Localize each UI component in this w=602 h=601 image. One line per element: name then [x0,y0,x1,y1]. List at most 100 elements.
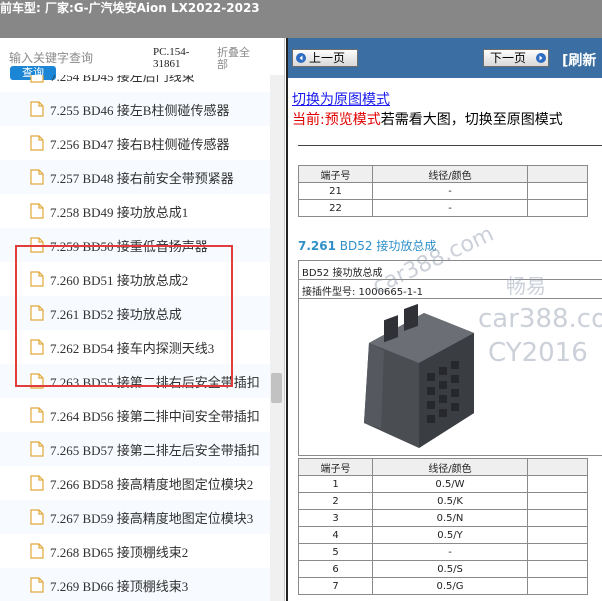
document-icon [30,203,44,219]
cell-wire: - [372,182,528,200]
nav-bar: 上一页 下一页 [刷新 [288,38,602,78]
divider [298,145,602,146]
cell-extra [527,199,588,217]
table-row: 22 - [298,199,588,217]
status-suffix: 若需看大图，切换至原图模式 [380,112,563,128]
cell-pin: 22 [298,199,373,217]
cell-wire: 0.5/Y [372,526,528,544]
table-row: 3 0.5/N [298,509,588,527]
tree-list: 7.254 BD45 接左后门线束 7.255 BD46 接左B柱侧碰传感器 7… [0,75,270,601]
sidebar: 查询 PC.154-31861 折叠全部 7.254 BD45 接左后门线束 7… [0,38,285,601]
tree-item[interactable]: 7.254 BD45 接左后门线束 [0,75,270,92]
document-icon [30,373,44,389]
document-icon [30,135,44,151]
prev-page-button[interactable]: 上一页 [292,49,358,67]
switch-original-mode-link[interactable]: 切换为原图模式 [292,89,390,109]
search-input[interactable] [9,50,149,66]
cell-pin: 21 [298,182,373,200]
cell-extra [527,543,588,561]
tree-item[interactable]: 7.267 BD59 接高精度地图定位模块3 [0,500,270,534]
tree-item[interactable]: 7.257 BD48 接右前安全带预紧器 [0,160,270,194]
header-wire: 线径/颜色 [372,458,528,476]
header-wire: 线径/颜色 [372,165,528,183]
status-prefix: 当前: [292,112,325,128]
cell-pin: 6 [298,560,373,578]
document-icon [30,169,44,185]
cell-wire: 0.5/K [372,492,528,510]
document-icon [30,339,44,355]
cell-wire: 0.5/W [372,475,528,493]
top-bar: 前车型: 厂家:G-广汽埃安Aion LX2022-2023 [0,0,602,38]
connector-name: BD52 接功放总成 [302,268,383,279]
tree-item[interactable]: 7.263 BD55 接第二排右后安全带插扣 [0,364,270,398]
divider [299,279,602,280]
cell-pin: 2 [298,492,373,510]
cell-pin: 5 [298,543,373,561]
tree-item[interactable]: 7.256 BD47 接右B柱侧碰传感器 [0,126,270,160]
connector-info: BD52 接功放总成 接插件型号: 1000665-1-1 [298,260,602,456]
document-icon [30,271,44,287]
cell-pin: 1 [298,475,373,493]
next-page-label: 下一页 [490,51,527,65]
document-icon [30,509,44,525]
cell-extra [527,577,588,595]
next-page-button[interactable]: 下一页 [483,49,549,67]
tree-item[interactable]: 7.262 BD54 接车内探测天线3 [0,330,270,364]
pin-table-bottom: 端子号 线径/颜色 1 0.5/W 2 0.5/K 3 0.5/N 4 0.5/Y 5-… [298,458,588,595]
tree-item[interactable]: 7.258 BD49 接功放总成1 [0,194,270,228]
header-extra [527,165,588,183]
table-header-row: 端子号 线径/颜色 [298,458,588,476]
cell-extra [527,492,588,510]
cell-wire: 0.5/S [372,560,528,578]
table-row: 6 0.5/S [298,560,588,578]
tree-item-label: 7.260 BD51 接功放总成2 [50,273,189,288]
prev-page-label: 上一页 [309,51,346,65]
scrollbar-track[interactable] [270,75,284,601]
tree-item[interactable]: 7.266 BD58 接高精度地图定位模块2 [0,466,270,500]
tree-item-label: 7.259 BD50 接重低音扬声器 [50,239,208,254]
cell-extra [527,475,588,493]
tree-item-selected[interactable]: 7.261 BD52 接功放总成 [0,296,270,330]
tree-item-label: 7.265 BD57 接第二排左后安全带插扣 [50,443,260,458]
cell-wire: 0.5/G [372,577,528,595]
tree-item[interactable]: 7.259 BD50 接重低音扬声器 [0,228,270,262]
document-icon [30,475,44,491]
cell-pin: 3 [298,509,373,527]
section-number: 7.261 [298,239,336,253]
cell-extra [527,560,588,578]
arrow-left-icon [296,53,306,63]
table-row: 21 - [298,182,588,200]
pc-label: PC.154-31861 [153,46,190,70]
tree-item[interactable]: 7.260 BD51 接功放总成2 [0,262,270,296]
collapse-all-link[interactable]: 折叠全部 [217,47,257,71]
cell-extra [527,509,588,527]
tree-item[interactable]: 7.265 BD57 接第二排左后安全带插扣 [0,432,270,466]
cell-extra [527,526,588,544]
table-row: 2 0.5/K [298,492,588,510]
document-icon [30,305,44,321]
document-icon [30,75,44,83]
table-row: 7 0.5/G [298,577,588,595]
tree-item-label: 7.264 BD56 接第二排中间安全带插扣 [50,409,260,424]
header-pin: 端子号 [298,165,373,183]
scrollbar-thumb[interactable] [271,373,282,403]
connector-part: 接插件型号: 1000665-1-1 [302,287,424,298]
tree-item[interactable]: 7.269 BD66 接顶棚线束3 [0,568,270,601]
document-icon [30,543,44,559]
document-icon [30,407,44,423]
table-row: 1 0.5/W [298,475,588,493]
cell-wire: - [372,543,528,561]
tree-item[interactable]: 7.268 BD65 接顶棚线束2 [0,534,270,568]
tree-item[interactable]: 7.264 BD56 接第二排中间安全带插扣 [0,398,270,432]
status-mode: 预览模式 [324,112,381,128]
tree-item-label: 7.269 BD66 接顶棚线束3 [50,579,189,594]
tree-item[interactable]: 7.255 BD46 接左B柱侧碰传感器 [0,92,270,126]
refresh-link[interactable]: [刷新 [562,50,596,70]
document-icon [30,237,44,253]
cell-extra [527,182,588,200]
cell-pin: 4 [298,526,373,544]
tree-item-label: 7.263 BD55 接第二排右后安全带插扣 [50,375,260,390]
connector-image [364,303,474,448]
tree-item-label: 7.255 BD46 接左B柱侧碰传感器 [50,103,230,118]
vehicle-title: 前车型: 厂家:G-广汽埃安Aion LX2022-2023 [0,1,260,15]
